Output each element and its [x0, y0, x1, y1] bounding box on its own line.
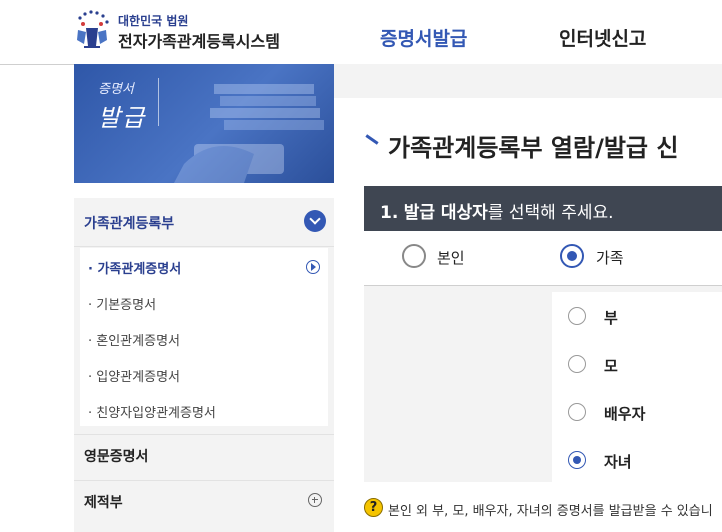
- sidebar-item-label: · 가족관계증명서: [88, 262, 182, 277]
- sidebar-item-english-cert[interactable]: 영문증명서: [74, 434, 334, 475]
- sidebar-item-family-relation-cert[interactable]: · 가족관계증명서: [88, 258, 320, 277]
- sidebar-sub-list: · 가족관계증명서 · 기본증명서 · 혼인관계증명서 · 입양관계증명서 · …: [80, 248, 328, 426]
- banner-caption-large: 발급: [98, 104, 147, 132]
- step-header: 1. 발급 대상자를 선택해 주세요.: [364, 186, 722, 231]
- target-selection-row: 본인 가족: [364, 231, 722, 286]
- family-option-label: 자녀: [604, 453, 632, 471]
- sidebar-item-adoption-cert[interactable]: · 입양관계증명서: [88, 366, 180, 385]
- site-header: 대한민국 법원 전자가족관계등록시스템 증명서발급 인터넷신고: [0, 0, 722, 65]
- question-icon: ?: [364, 498, 383, 517]
- sidebar-item-label: · 기본증명서: [88, 298, 157, 313]
- sidebar-section-family-register[interactable]: 가족관계등록부: [74, 198, 334, 247]
- family-option-label: 부: [604, 309, 618, 327]
- sidebar-section-label: 가족관계등록부: [84, 216, 175, 232]
- family-member-panel: 부 모 배우자 자녀: [364, 286, 722, 484]
- radio-mother[interactable]: [568, 355, 586, 373]
- chevron-down-icon[interactable]: [304, 210, 326, 232]
- notice-text: 본인 외 부, 모, 배우자, 자녀의 증명서를 발급받을 수 있습니: [388, 504, 713, 519]
- sidebar-item-label: 제적부: [84, 495, 123, 511]
- help-notice: ? 본인 외 부, 모, 배우자, 자녀의 증명서를 발급받을 수 있습니: [364, 498, 722, 520]
- step-rest: 를 선택해 주세요.: [487, 203, 614, 223]
- step-keyword: 발급 대상자: [403, 203, 488, 223]
- site-logo[interactable]: 대한민국 법원 전자가족관계등록시스템: [74, 8, 294, 56]
- family-option-spouse[interactable]: 배우자: [552, 388, 722, 436]
- nav-certificate-issue[interactable]: 증명서발급: [380, 24, 467, 51]
- banner-divider: [158, 78, 159, 126]
- sidebar-item-label: · 혼인관계증명서: [88, 334, 180, 349]
- step-instruction: 1. 발급 대상자를 선택해 주세요.: [380, 198, 614, 223]
- family-option-father[interactable]: 부: [552, 292, 722, 340]
- sidebar-item-removed-register[interactable]: 제적부: [74, 480, 334, 521]
- court-emblem-icon: [77, 10, 109, 48]
- arrow-right-circle-icon[interactable]: [306, 260, 320, 274]
- sidebar-item-label: · 입양관계증명서: [88, 370, 180, 385]
- radio-child[interactable]: [568, 451, 586, 469]
- logo-subtitle: 대한민국 법원: [118, 14, 189, 28]
- radio-father[interactable]: [568, 307, 586, 325]
- radio-family[interactable]: [560, 244, 584, 268]
- sidebar-menu: 가족관계등록부 · 가족관계증명서 · 기본증명서 · 혼인관계증명서 · 입양…: [74, 198, 334, 532]
- step-number: 1.: [380, 203, 399, 223]
- sidebar-item-label: 영문증명서: [84, 449, 149, 465]
- sidebar-item-basic-cert[interactable]: · 기본증명서: [88, 294, 156, 313]
- radio-self[interactable]: [402, 244, 426, 268]
- books-decoration-icon: [174, 84, 324, 183]
- family-option-mother[interactable]: 모: [552, 340, 722, 388]
- nav-internet-report[interactable]: 인터넷신고: [559, 24, 646, 51]
- plus-circle-icon[interactable]: [308, 493, 322, 507]
- logo-title: 전자가족관계등록시스템: [118, 32, 280, 51]
- family-option-label: 모: [604, 357, 618, 375]
- top-gray-band: [334, 64, 722, 98]
- sidebar-item-full-adoption-cert[interactable]: · 친양자입양관계증명서: [88, 402, 216, 421]
- radio-family-label: 가족: [596, 249, 624, 267]
- sidebar-item-marriage-cert[interactable]: · 혼인관계증명서: [88, 330, 180, 349]
- page-title: 가족관계등록부 열람/발급 신: [388, 134, 679, 162]
- title-accent-mark: [365, 134, 379, 145]
- sidebar-item-label: · 친양자입양관계증명서: [88, 406, 216, 421]
- banner-caption-small: 증명서: [98, 82, 134, 97]
- section-banner: 증명서 발급: [74, 64, 334, 183]
- radio-self-label: 본인: [437, 249, 465, 267]
- radio-spouse[interactable]: [568, 403, 586, 421]
- family-option-label: 배우자: [604, 405, 646, 423]
- family-option-child[interactable]: 자녀: [552, 436, 722, 484]
